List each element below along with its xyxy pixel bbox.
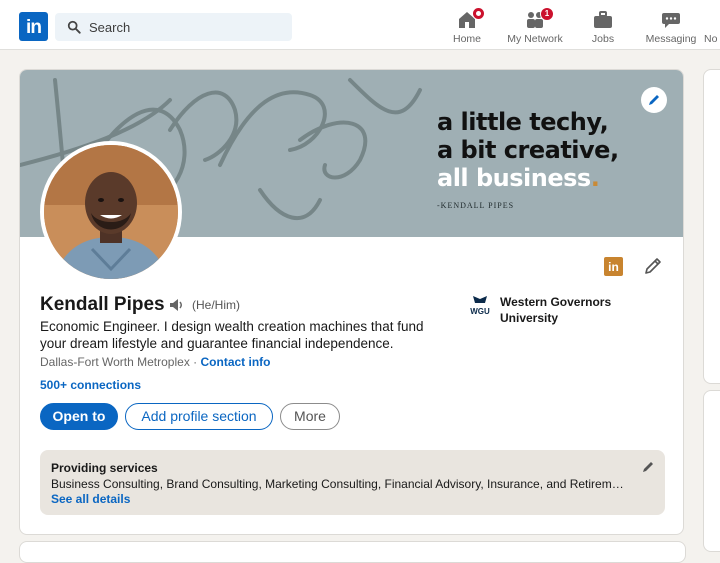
linkedin-premium-icon[interactable]: in [604,257,623,276]
education-name: Western Governors University [500,295,612,325]
nav-home[interactable]: Home [432,7,502,45]
connections-link[interactable]: 500+ connections [40,378,141,392]
more-button[interactable]: More [280,403,340,430]
see-all-details-link[interactable]: See all details [51,492,130,506]
right-sidebar-card-lower [703,390,720,552]
edit-banner-button[interactable] [641,87,667,113]
search-input[interactable]: Search [89,20,130,35]
briefcase-icon [593,10,613,30]
network-badge: 1 [540,7,554,21]
add-profile-section-button[interactable]: Add profile section [125,403,273,430]
pencil-icon [649,95,659,105]
notifications-icon [704,10,720,30]
nav-notifications[interactable]: No [704,8,720,45]
contact-info-link[interactable]: Contact info [201,355,271,369]
tagline-line-3-text: all business [437,164,591,192]
messaging-icon [661,10,681,30]
profile-pronouns: (He/Him) [192,298,240,312]
nav-notifications-label: No [704,33,718,45]
top-navigation-bar: in Search Home 1 My Network Jobs Messagi… [0,0,720,50]
nav-jobs[interactable]: Jobs [568,8,638,45]
nav-messaging-label: Messaging [645,33,697,45]
home-icon [457,7,485,30]
svg-text:WGU: WGU [470,307,490,316]
next-section-card [19,541,686,563]
nav-jobs-label: Jobs [591,33,615,45]
search-icon [67,20,81,34]
search-bar[interactable]: Search [55,13,292,41]
nav-my-network-label: My Network [507,33,563,45]
profile-name: Kendall Pipes [40,294,165,315]
profile-headline: Economic Engineer. I design wealth creat… [40,319,424,351]
wgu-logo-icon: WGU [470,296,490,316]
services-title: Providing services [51,461,158,475]
services-list: Business Consulting, Brand Consulting, M… [51,477,624,491]
profile-photo[interactable] [40,141,182,283]
tagline-line-1: a little techy, [437,108,609,136]
tagline-line-3: all business. [437,164,619,192]
banner-tagline: a little techy, a bit creative, all busi… [437,108,619,192]
banner-byline: -KENDALL PIPES [437,201,515,210]
linkedin-logo[interactable]: in [19,12,48,41]
right-sidebar-card [703,69,720,384]
tagline-line-2: a bit creative, [437,136,619,164]
edit-intro-pencil-icon[interactable] [643,256,663,276]
nav-home-label: Home [452,33,481,45]
nav-my-network[interactable]: 1 My Network [500,7,570,45]
avatar [44,145,178,279]
open-to-button[interactable]: Open to [40,403,118,430]
tagline-dot: . [590,164,600,192]
profile-location-line: Dallas-Fort Worth Metroplex · Contact in… [40,355,271,369]
home-notification-dot [472,7,485,20]
edit-services-pencil-icon[interactable] [641,460,655,474]
profile-card: a little techy, a bit creative, all busi… [19,69,684,535]
providing-services-box: Providing services Business Consulting, … [40,450,665,515]
nav-messaging[interactable]: Messaging [636,8,706,45]
location-separator: · [189,355,201,369]
speaker-icon[interactable] [169,297,185,313]
network-icon: 1 [525,7,554,30]
profile-location: Dallas-Fort Worth Metroplex [40,355,190,369]
